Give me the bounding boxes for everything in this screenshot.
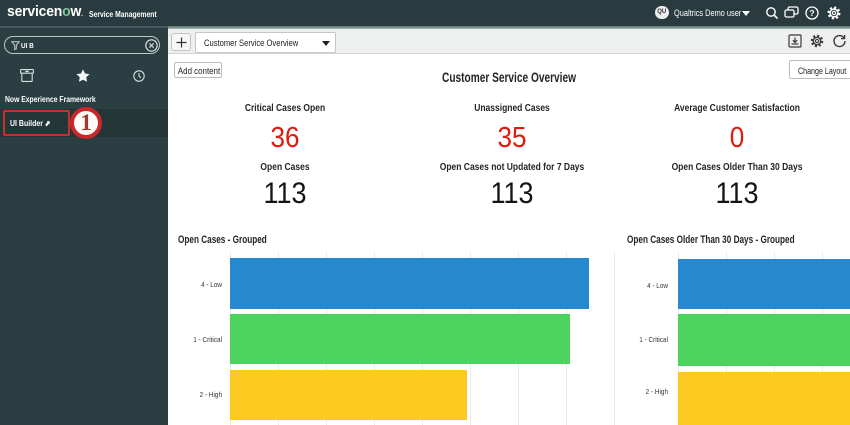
svg-text:?: ?	[809, 8, 814, 18]
